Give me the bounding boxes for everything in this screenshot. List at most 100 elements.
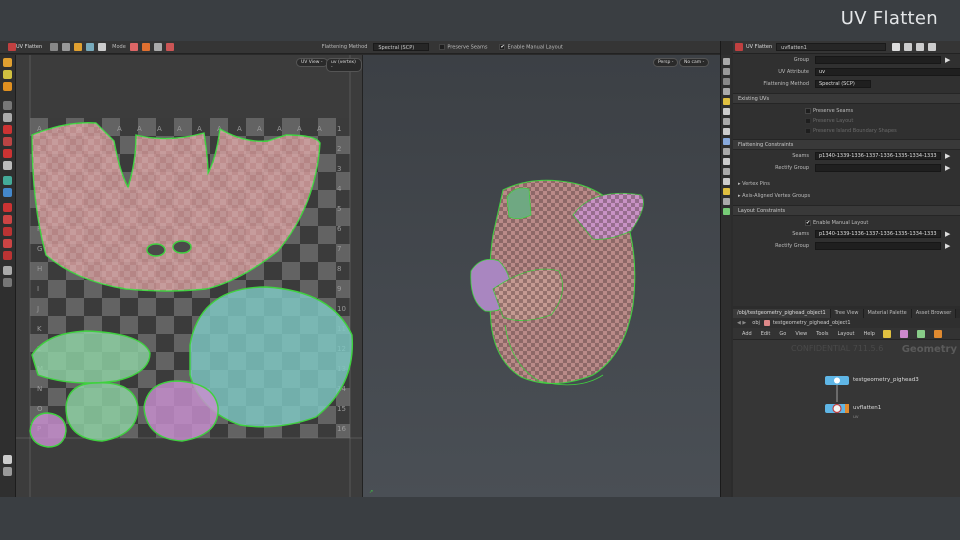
lock-params-icon[interactable] xyxy=(928,43,937,51)
preserve-seams-toggle[interactable]: Preserve Seams xyxy=(439,43,487,50)
prim-icon[interactable] xyxy=(3,176,12,185)
layout-rectify-field[interactable] xyxy=(815,242,941,250)
select-icon[interactable] xyxy=(3,58,12,67)
lock-icon[interactable] xyxy=(3,239,12,248)
record-icon[interactable] xyxy=(3,137,12,146)
magnet-icon[interactable] xyxy=(3,203,12,212)
shading-icon[interactable] xyxy=(3,467,12,476)
enable-manual-layout-checkbox[interactable]: ✔ xyxy=(499,43,506,50)
camera-menu[interactable]: No cam - xyxy=(679,58,710,67)
seams-field[interactable]: p1340-1339-1336-1337-1336-1335-1334-1333 xyxy=(815,152,941,160)
node-name-field[interactable]: uvflatten1 xyxy=(776,43,887,51)
grid-icon[interactable] xyxy=(722,118,730,125)
info-icon[interactable] xyxy=(722,108,730,115)
enable-manual-layout-param[interactable]: ✔ Enable Manual Layout xyxy=(733,218,960,228)
flattening-method-select[interactable]: Spectral (SCP) xyxy=(373,43,430,51)
normals-icon[interactable] xyxy=(722,128,730,135)
snap-icon[interactable] xyxy=(3,125,12,134)
back-icon[interactable]: ◀ ▶ xyxy=(737,320,746,326)
numbers-icon[interactable] xyxy=(722,148,730,155)
menu-go[interactable]: Go xyxy=(779,331,786,337)
network-tool-icon-2[interactable] xyxy=(899,329,908,338)
target-icon[interactable] xyxy=(3,215,12,224)
group-field[interactable] xyxy=(815,56,941,64)
wireframe-icon[interactable] xyxy=(722,88,730,95)
home-icon[interactable] xyxy=(722,58,730,65)
handle-icon[interactable] xyxy=(3,82,12,91)
layout-constraints-section[interactable]: Layout Constraints xyxy=(733,205,960,216)
menu-help[interactable]: Help xyxy=(864,331,875,337)
menu-view[interactable]: View xyxy=(795,331,807,337)
rectify-tool-icon[interactable] xyxy=(98,43,107,51)
preserve-seams-checkbox[interactable] xyxy=(439,43,446,50)
tab-material-palette[interactable]: Material Palette xyxy=(863,309,912,318)
hud-icon[interactable] xyxy=(722,208,730,215)
layout-rectify-select-icon[interactable]: ▶ xyxy=(945,242,953,250)
seams-select-icon[interactable]: ▶ xyxy=(945,152,953,160)
enable-manual-layout-param-checkbox[interactable]: ✔ xyxy=(805,220,811,226)
network-tool-icon-4[interactable] xyxy=(933,329,942,338)
preserve-island-boundary-param[interactable]: Preserve Island Boundary Shapes xyxy=(733,126,960,136)
menu-edit[interactable]: Edit xyxy=(761,331,771,337)
axis-aligned-folder[interactable]: ▸ Axis-Aligned Vertex Groups xyxy=(733,190,960,202)
pin-tool-icon[interactable] xyxy=(62,43,71,51)
toolbar-tab-label[interactable]: UV Flatten xyxy=(16,44,42,50)
points-icon[interactable] xyxy=(722,138,730,145)
existing-uvs-section[interactable]: Existing UVs xyxy=(733,93,960,104)
uv-attribute-menu[interactable]: uv (vertex) - xyxy=(326,58,362,72)
path-node[interactable]: testgeometry_pighead_object1 xyxy=(773,320,851,326)
network-tool-icon-1[interactable] xyxy=(882,329,891,338)
template-icon[interactable] xyxy=(722,178,730,185)
ghost-other-icon[interactable] xyxy=(722,168,730,175)
param-flattening-method-select[interactable]: Spectral (SCP) xyxy=(815,80,871,88)
brush-tool-icon[interactable] xyxy=(74,43,83,51)
rectify-group-field[interactable] xyxy=(815,164,941,172)
menu-add[interactable]: Add xyxy=(742,331,752,337)
light-bulb-icon[interactable] xyxy=(722,98,730,105)
path-obj[interactable]: obj xyxy=(752,320,760,326)
light-icon[interactable] xyxy=(3,266,12,275)
camera-icon[interactable] xyxy=(3,227,12,236)
mode-icon-2[interactable] xyxy=(141,43,150,51)
rectify-select-icon[interactable]: ▶ xyxy=(945,164,953,172)
preserve-layout-param[interactable]: Preserve Layout xyxy=(733,116,960,126)
network-editor[interactable]: /obj/testgeometry_pighead_object1 Tree V… xyxy=(733,309,960,497)
menu-layout[interactable]: Layout xyxy=(838,331,855,337)
point-icon[interactable] xyxy=(3,149,12,158)
perspective-menu[interactable]: Persp - xyxy=(653,58,679,67)
render-icon[interactable] xyxy=(3,251,12,260)
uv-viewport[interactable]: AAAAAAAAAAAAAAA1B2C3D4E5F6G7H8I9J10K11L1… xyxy=(16,55,362,497)
view-icon[interactable] xyxy=(3,113,12,122)
uv-attribute-field[interactable]: uv xyxy=(815,68,960,76)
network-tool-icon-3[interactable] xyxy=(916,329,925,338)
3d-viewport[interactable]: ↗ Persp - No cam - xyxy=(362,55,720,497)
seam-tool-icon[interactable] xyxy=(86,43,95,51)
bounding-box-icon[interactable] xyxy=(722,158,730,165)
preserve-seams-param[interactable]: Preserve Seams xyxy=(733,106,960,116)
transform-icon[interactable] xyxy=(3,70,12,79)
node2-label[interactable]: uvflatten1 xyxy=(853,405,881,411)
render-region-icon[interactable] xyxy=(722,198,730,205)
search-icon[interactable] xyxy=(916,43,925,51)
frame-icon[interactable] xyxy=(722,68,730,75)
tab-network[interactable]: /obj/testgeometry_pighead_object1 xyxy=(733,309,831,318)
edge-icon[interactable] xyxy=(3,161,12,170)
mode-icon-4[interactable] xyxy=(165,43,174,51)
visualizer-icon[interactable] xyxy=(722,188,730,195)
preserve-layout-checkbox[interactable] xyxy=(805,118,811,124)
enable-manual-layout-toggle[interactable]: ✔ Enable Manual Layout xyxy=(499,43,563,50)
display-options-icon[interactable] xyxy=(3,455,12,464)
uv-view-menu[interactable]: UV View - xyxy=(296,58,328,67)
preserve-seams-param-checkbox[interactable] xyxy=(805,108,811,114)
select-arrow-icon[interactable] xyxy=(50,43,59,51)
gear-icon[interactable] xyxy=(892,43,901,51)
tab-tree-view[interactable]: Tree View xyxy=(830,309,864,318)
preserve-island-boundary-checkbox[interactable] xyxy=(805,128,811,134)
node1-label[interactable]: testgeometry_pighead3 xyxy=(853,377,919,383)
network-canvas[interactable]: CONFIDENTIAL 711.5.6 Geometry testgeomet… xyxy=(733,340,960,497)
display-icon[interactable] xyxy=(722,78,730,85)
mode-icon-1[interactable] xyxy=(129,43,138,51)
vertex-pins-folder[interactable]: ▸ Vertex Pins xyxy=(733,178,960,190)
help-icon[interactable] xyxy=(904,43,913,51)
mode-icon-3[interactable] xyxy=(153,43,162,51)
